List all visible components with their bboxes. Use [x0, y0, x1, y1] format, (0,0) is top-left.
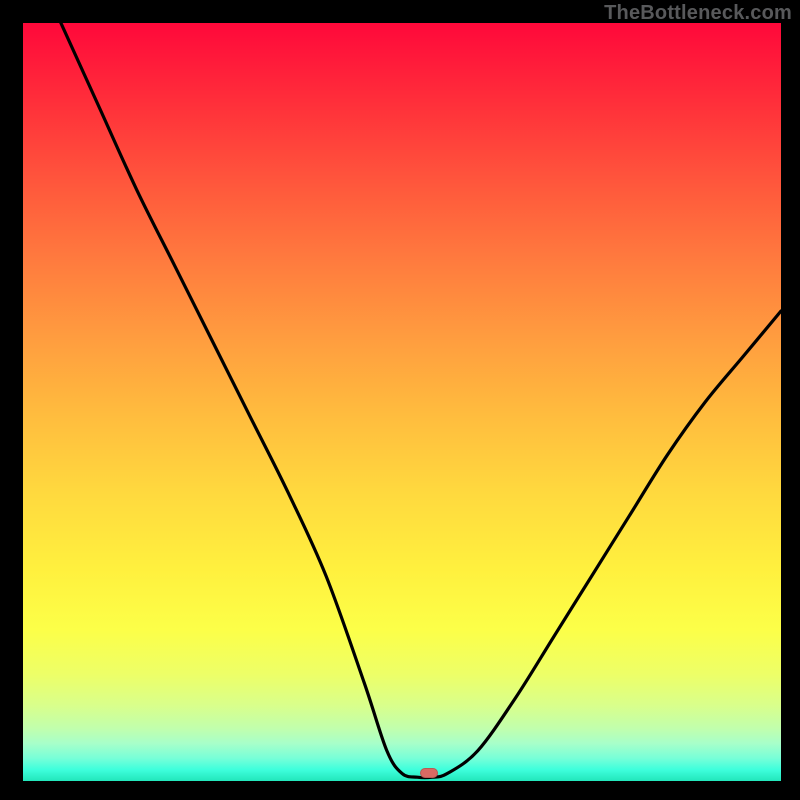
bottleneck-curve — [23, 23, 781, 781]
optimal-point-marker — [420, 768, 438, 778]
plot-area — [23, 23, 781, 781]
watermark-text: TheBottleneck.com — [604, 2, 792, 25]
chart-stage: TheBottleneck.com — [0, 0, 800, 800]
